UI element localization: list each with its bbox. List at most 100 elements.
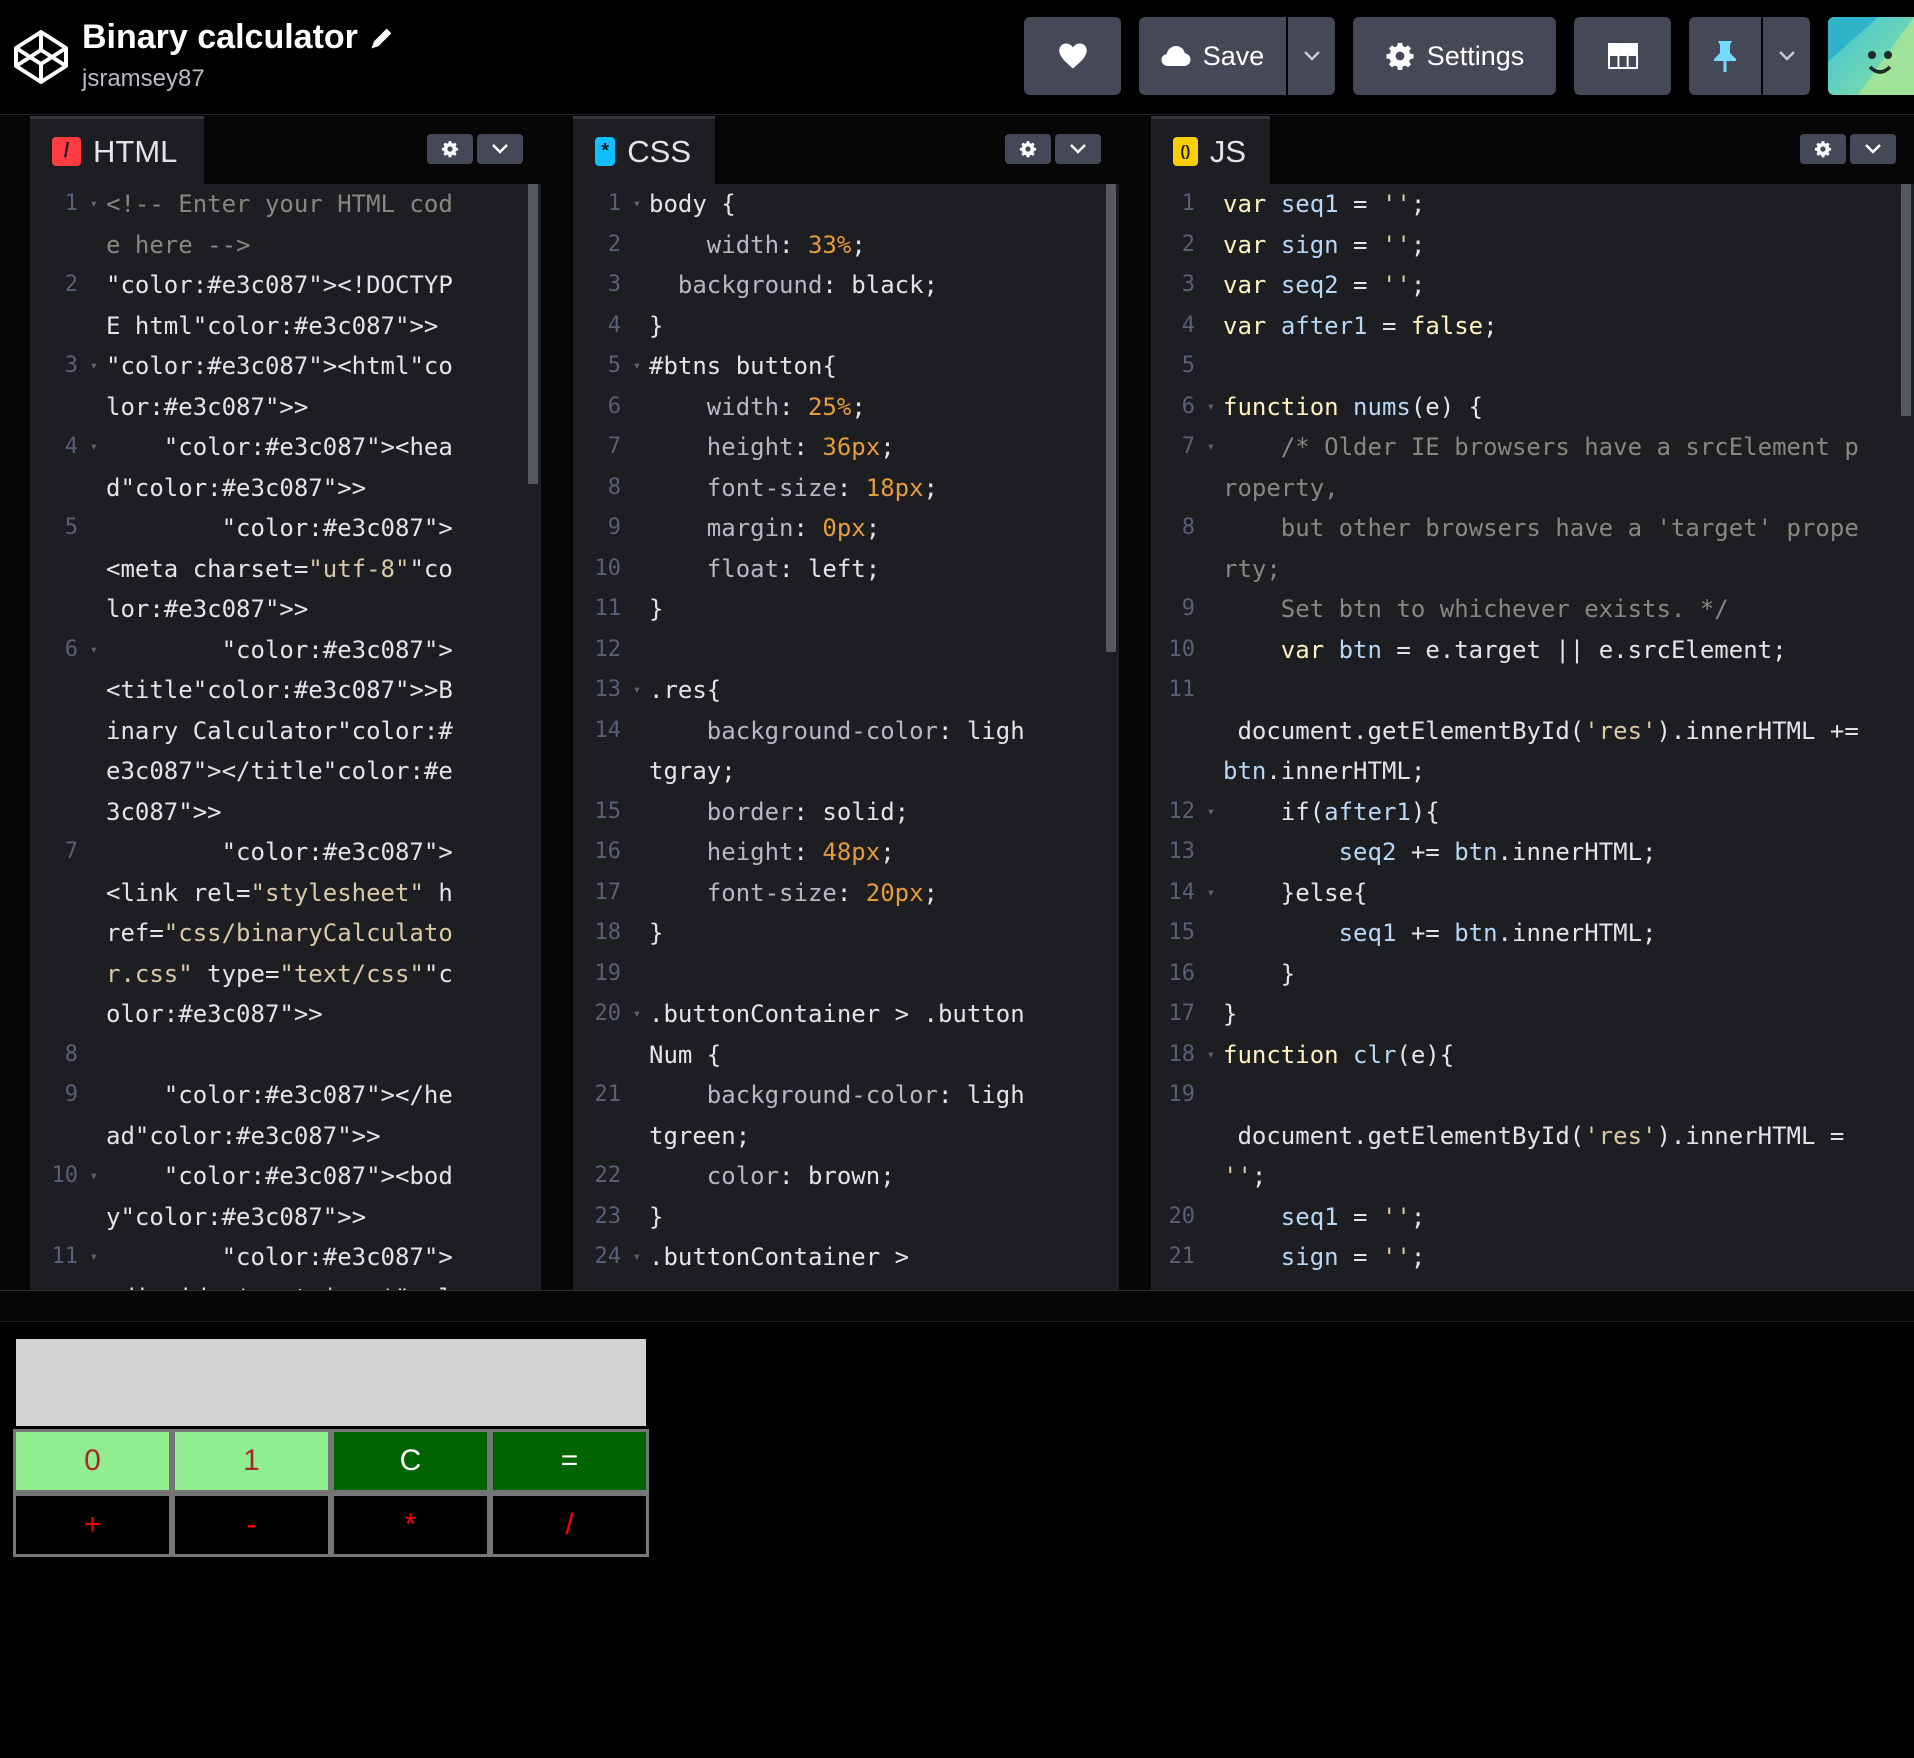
fold-arrow-icon[interactable]: ▾ (633, 184, 641, 225)
html-scrollbar[interactable] (525, 184, 541, 1290)
fold-arrow-icon[interactable]: ▾ (1207, 387, 1215, 428)
code-line[interactable]: 6 width: 25%; (573, 387, 1119, 428)
code-line[interactable]: 3 background: black; (573, 265, 1119, 306)
code-line[interactable]: 2 var sign = ''; (1151, 225, 1914, 266)
tab-html[interactable]: / HTML (30, 116, 204, 184)
code-line[interactable]: 12 (573, 630, 1119, 671)
code-line[interactable]: 9 "color:#e3c087"></head"color:#e3c087">… (30, 1075, 541, 1156)
code-line[interactable]: 12 ▾ if(after1){ (1151, 792, 1914, 833)
calc-button-zero[interactable]: 0 (13, 1429, 172, 1493)
code-line[interactable]: 22 color: brown; (573, 1156, 1119, 1197)
code-line[interactable]: 1 var seq1 = ''; (1151, 184, 1914, 225)
tab-js[interactable]: () JS (1151, 116, 1270, 184)
code-line[interactable]: 19 (573, 954, 1119, 995)
code-line[interactable]: 19 (1151, 1075, 1914, 1116)
code-line[interactable]: document.getElementById('res').innerHTML… (1151, 711, 1914, 792)
code-line[interactable]: 11 (1151, 670, 1914, 711)
code-line[interactable]: 7 ▾ /* Older IE browsers have a srcElemen… (1151, 427, 1914, 508)
fold-arrow-icon[interactable]: ▾ (90, 630, 98, 671)
pin-options-button[interactable] (1763, 17, 1810, 95)
author-name[interactable]: jsramsey87 (82, 65, 396, 93)
code-line[interactable]: 15 seq1 += btn.innerHTML; (1151, 913, 1914, 954)
code-line[interactable]: 9 margin: 0px; (573, 508, 1119, 549)
code-line[interactable]: 10 ▾ "color:#e3c087"><body"color:#e3c087"… (30, 1156, 541, 1237)
css-code[interactable]: 1 ▾ body {2 width: 33%; 3 background: black… (573, 184, 1119, 1290)
code-line[interactable]: 4} (573, 306, 1119, 347)
fold-arrow-icon[interactable]: ▾ (633, 994, 641, 1035)
js-settings-button[interactable] (1800, 134, 1846, 164)
code-line[interactable]: 18 ▾ function clr(e){ (1151, 1035, 1914, 1076)
code-line[interactable]: 4 var after1 = false; (1151, 306, 1914, 347)
fold-arrow-icon[interactable]: ▾ (1207, 792, 1215, 833)
code-line[interactable]: 4 ▾ "color:#e3c087"><head"color:#e3c087">… (30, 427, 541, 508)
calc-button-one[interactable]: 1 (172, 1429, 331, 1493)
js-code[interactable]: 1 var seq1 = ''; 2 var sign = ''; 3 var seq2 … (1151, 184, 1914, 1290)
code-line[interactable]: 7 height: 36px; (573, 427, 1119, 468)
code-line[interactable]: 20 ▾ .buttonContainer > .buttonNum { (573, 994, 1119, 1075)
pen-title[interactable]: Binary calculator (82, 18, 358, 57)
code-line[interactable]: 18} (573, 913, 1119, 954)
css-collapse-button[interactable] (1055, 134, 1101, 164)
code-line[interactable]: 8 but other browsers have a 'target' pro… (1151, 508, 1914, 589)
code-line[interactable]: 23} (573, 1197, 1119, 1238)
css-scrollbar[interactable] (1103, 184, 1119, 1290)
code-line[interactable]: 1 ▾ <!-- Enter your HTML code here --> (30, 184, 541, 265)
code-line[interactable]: 11▾ "color:#e3c087"><div id ='container'… (30, 1237, 541, 1290)
fold-arrow-icon[interactable]: ▾ (633, 346, 641, 387)
settings-button[interactable]: Settings (1353, 17, 1556, 95)
code-line[interactable]: 17 font-size: 20px; (573, 873, 1119, 914)
avatar[interactable] (1828, 17, 1914, 95)
html-settings-button[interactable] (427, 134, 473, 164)
fold-arrow-icon[interactable]: ▾ (633, 1237, 641, 1278)
fold-arrow-icon[interactable]: ▾ (90, 346, 98, 387)
css-settings-button[interactable] (1005, 134, 1051, 164)
code-line[interactable]: 6 ▾ function nums(e) { (1151, 387, 1914, 428)
html-collapse-button[interactable] (477, 134, 523, 164)
code-line[interactable]: 10 float: left; (573, 549, 1119, 590)
code-line[interactable]: 13 seq2 += btn.innerHTML; (1151, 832, 1914, 873)
code-line[interactable]: 16 } (1151, 954, 1914, 995)
fold-arrow-icon[interactable]: ▾ (90, 427, 98, 468)
fold-arrow-icon[interactable]: ▾ (1207, 873, 1215, 914)
fold-arrow-icon[interactable]: ▾ (1207, 1035, 1215, 1076)
code-line[interactable]: 14 ▾ }else{ (1151, 873, 1914, 914)
js-collapse-button[interactable] (1850, 134, 1896, 164)
calc-button-plus[interactable]: + (13, 1493, 172, 1557)
fold-arrow-icon[interactable]: ▾ (633, 670, 641, 711)
code-line[interactable]: 21 sign = ''; (1151, 1237, 1914, 1278)
js-scrollbar[interactable] (1898, 184, 1914, 1290)
code-line[interactable]: 5 "color:#e3c087"><meta charset="utf-8""… (30, 508, 541, 630)
code-line[interactable]: 17} (1151, 994, 1914, 1035)
calc-button-divide[interactable]: / (490, 1493, 649, 1557)
pencil-icon[interactable] (368, 24, 396, 52)
fold-arrow-icon[interactable]: ▾ (1207, 427, 1215, 468)
tab-css[interactable]: * CSS (573, 116, 715, 184)
code-line[interactable]: 5 (1151, 346, 1914, 387)
save-options-button[interactable] (1288, 17, 1335, 95)
code-line[interactable]: 14 background-color: lightgray; (573, 711, 1119, 792)
code-line[interactable]: 6 ▾ "color:#e3c087"><title"color:#e3c087"… (30, 630, 541, 833)
code-line[interactable]: 11} (573, 589, 1119, 630)
code-line[interactable]: 24 ▾ .buttonContainer > (573, 1237, 1119, 1278)
calc-button-multiply[interactable]: * (331, 1493, 490, 1557)
code-line[interactable]: 10 var btn = e.target || e.srcElement; (1151, 630, 1914, 671)
code-line[interactable]: document.getElementById('res').innerHTML… (1151, 1116, 1914, 1197)
code-line[interactable]: 1 ▾ body { (573, 184, 1119, 225)
code-line[interactable]: 9 Set btn to whichever exists. */ (1151, 589, 1914, 630)
code-line[interactable]: 16 height: 48px; (573, 832, 1119, 873)
code-line[interactable]: 13 ▾ .res{ (573, 670, 1119, 711)
preview-resizer[interactable] (0, 1290, 1914, 1322)
fold-arrow-icon[interactable]: ▾ (90, 1156, 98, 1197)
code-line[interactable]: 3 var seq2 = ''; (1151, 265, 1914, 306)
code-line[interactable]: 20 seq1 = ''; (1151, 1197, 1914, 1238)
code-line[interactable]: 2 width: 33%; (573, 225, 1119, 266)
code-line[interactable]: 3 ▾ "color:#e3c087"><html"color:#e3c087">> (30, 346, 541, 427)
codepen-logo-icon[interactable] (12, 28, 70, 86)
fold-arrow-icon[interactable]: ▾ (90, 184, 98, 225)
code-line[interactable]: 8 font-size: 18px; (573, 468, 1119, 509)
js-scroll-thumb[interactable] (1901, 184, 1911, 416)
fold-arrow-icon[interactable]: ▾ (90, 1237, 98, 1278)
pin-button[interactable] (1689, 17, 1761, 95)
calc-button-clear[interactable]: C (331, 1429, 490, 1493)
code-line[interactable]: 2 "color:#e3c087"><!DOCTYPE html"color:#e… (30, 265, 541, 346)
